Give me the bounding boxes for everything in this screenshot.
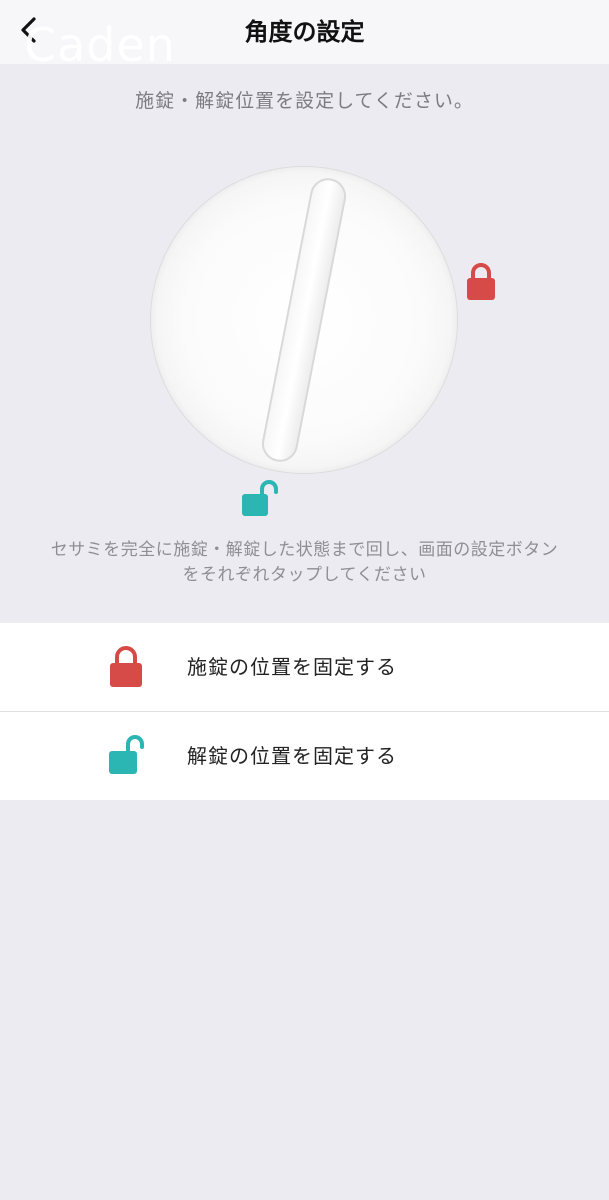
lock-open-icon (242, 480, 278, 516)
action-list: 施錠の位置を固定する 解錠の位置を固定する (0, 623, 609, 800)
thumb-turn-handle[interactable] (151, 167, 457, 473)
lock-position-marker (465, 262, 497, 302)
page-title: 角度の設定 (244, 18, 365, 46)
lock-open-icon (109, 735, 144, 774)
hint-line-1: セサミを完全に施錠・解錠した状態まで回し、画面の設定ボタン (50, 540, 559, 560)
unlock-position-marker (240, 480, 280, 518)
set-lock-position-label: 施錠の位置を固定する (187, 655, 397, 679)
set-unlock-position-button[interactable]: 解錠の位置を固定する (0, 711, 609, 800)
header-bar: Caden 角度の設定 (0, 0, 609, 72)
lock-closed-icon (110, 646, 142, 687)
hint-line-2: をそれぞれタップしてください (182, 565, 427, 585)
lock-dial[interactable] (151, 167, 457, 473)
hint-text: セサミを完全に施錠・解錠した状態まで回し、画面の設定ボタン をそれぞれタップして… (0, 538, 609, 588)
set-lock-position-button[interactable]: 施錠の位置を固定する (0, 623, 609, 711)
set-unlock-position-label: 解錠の位置を固定する (187, 744, 397, 768)
lock-closed-icon (467, 263, 495, 300)
instruction-text: 施錠・解錠位置を設定してください。 (135, 90, 474, 112)
